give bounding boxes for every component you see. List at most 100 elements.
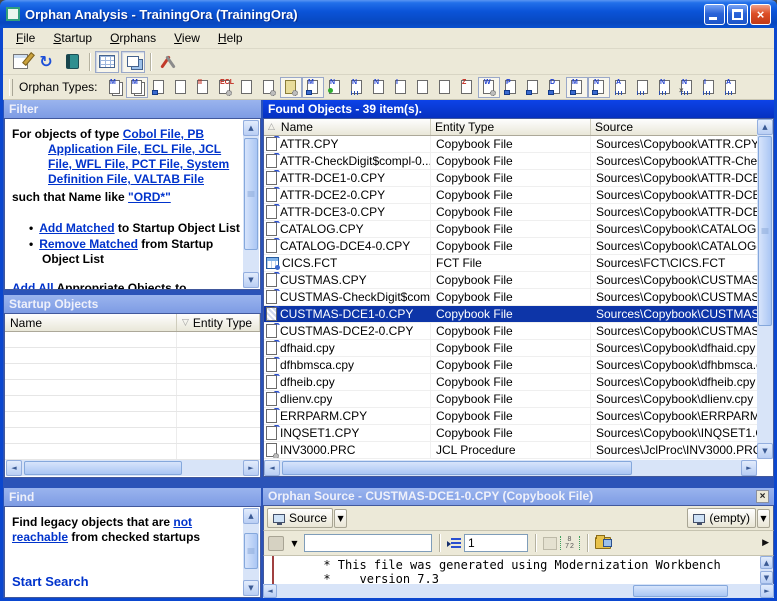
orphan-type-button[interactable]: D [544, 77, 566, 98]
scroll-right-icon[interactable]: ► [760, 584, 774, 598]
scroll-right-icon[interactable]: ► [243, 460, 259, 476]
orphan-type-button[interactable]: P [500, 77, 522, 98]
table-row[interactable]: CUSTMAS-DCE2-0.CPYCopybook FileSources\C… [264, 323, 757, 340]
table-row[interactable]: ATTR-DCE3-0.CPYCopybook FileSources\Copy… [264, 204, 757, 221]
find-scrollbar[interactable]: ▲ ▼ [243, 508, 259, 596]
orphan-type-button[interactable]: I [698, 77, 720, 98]
orphan-type-button[interactable]: N× [676, 77, 698, 98]
compare-view-dropdown[interactable]: ▼ [757, 509, 770, 528]
table-row[interactable]: ATTR-DCE1-0.CPYCopybook FileSources\Copy… [264, 170, 757, 187]
maximize-button[interactable] [727, 4, 748, 25]
orphan-type-button[interactable] [280, 77, 302, 98]
table-row[interactable]: dfhaid.cpyCopybook FileSources\Copybook\… [264, 340, 757, 357]
orphan-type-button[interactable]: W [478, 77, 500, 98]
hyperlink[interactable]: Add All [12, 281, 54, 289]
table-row[interactable]: CUSTMAS-DCE1-0.CPYCopybook FileSources\C… [264, 306, 757, 323]
orphan-type-button[interactable] [148, 77, 170, 98]
orphan-type-button[interactable] [170, 77, 192, 98]
column-header-name[interactable]: Name [5, 314, 177, 331]
scroll-down-icon[interactable]: ▼ [757, 443, 773, 459]
ruler-icon[interactable]: 8 72 [560, 536, 580, 550]
startup-horizontal-scrollbar[interactable]: ◄ ► [6, 460, 259, 476]
orphan-type-button[interactable]: I [390, 77, 412, 98]
context-icon[interactable] [268, 536, 284, 551]
minimize-button[interactable] [704, 4, 725, 25]
scroll-thumb[interactable] [244, 533, 258, 569]
table-row[interactable]: CICS.FCTFCT FileSources\FCT\CICS.FCT [264, 255, 757, 272]
orphan-type-button[interactable]: N [368, 77, 390, 98]
scroll-left-icon[interactable]: ◄ [264, 460, 280, 476]
scroll-up-icon[interactable]: ▲ [760, 556, 773, 569]
scroll-left-icon[interactable]: ◄ [6, 460, 22, 476]
orphan-type-button[interactable]: N [654, 77, 676, 98]
orphan-type-button[interactable] [236, 77, 258, 98]
menu-help[interactable]: Help [209, 29, 252, 47]
orphan-type-button[interactable]: M [104, 77, 126, 98]
scroll-thumb[interactable] [633, 585, 728, 597]
scroll-up-icon[interactable]: ▲ [757, 119, 773, 135]
orphan-type-button[interactable] [632, 77, 654, 98]
found-vertical-scrollbar[interactable]: ▲ ▼ [757, 119, 773, 459]
toolbar-grip[interactable] [9, 79, 13, 96]
table-view-button[interactable] [95, 51, 119, 73]
menu-orphans[interactable]: Orphans [101, 29, 165, 47]
toolbar-overflow-icon[interactable]: ▶ [762, 538, 769, 548]
table-row[interactable]: INV3000.PRCJCL ProcedureSources\JclProc\… [264, 442, 757, 459]
source-view-dropdown[interactable]: ▼ [334, 509, 347, 528]
menu-file[interactable]: File [7, 29, 44, 47]
filter-scrollbar[interactable]: ▲ ▼ [243, 120, 259, 288]
table-row[interactable]: ERRPARM.CPYCopybook FileSources\Copybook… [264, 408, 757, 425]
hyperlink[interactable]: "ORD*" [128, 190, 171, 204]
line-number-input[interactable] [464, 534, 528, 552]
orphan-type-button[interactable] [434, 77, 456, 98]
scroll-down-icon[interactable]: ▼ [760, 571, 773, 584]
table-row[interactable]: dfhbmsca.cpyCopybook FileSources\Copyboo… [264, 357, 757, 374]
open-folder-icon[interactable] [595, 537, 611, 549]
found-horizontal-scrollbar[interactable]: ◄ ► [264, 460, 757, 476]
scroll-left-icon[interactable]: ◄ [263, 584, 277, 598]
source-view-button[interactable]: Source [267, 508, 333, 528]
scroll-thumb[interactable] [282, 461, 632, 475]
column-header-entity-type[interactable]: ▽Entity Type [177, 314, 260, 331]
column-header-source[interactable]: Source [591, 119, 757, 135]
orphan-type-button[interactable]: N [588, 77, 610, 98]
orphan-type-button[interactable]: ECL [214, 77, 236, 98]
orphan-type-button[interactable]: M [302, 77, 324, 98]
orphan-type-button[interactable]: II [192, 77, 214, 98]
table-row[interactable]: CATALOG.CPYCopybook FileSources\Copybook… [264, 221, 757, 238]
properties-button[interactable] [8, 51, 32, 73]
table-row[interactable]: INQSET1.CPYCopybook FileSources\Copybook… [264, 425, 757, 442]
compare-view-button[interactable]: (empty) ▼ [687, 508, 770, 528]
start-search-link[interactable]: Start Search [12, 574, 89, 589]
table-row[interactable]: ATTR-CheckDigit$compl-0....Copybook File… [264, 153, 757, 170]
scroll-up-icon[interactable]: ▲ [243, 120, 259, 136]
scroll-thumb[interactable] [24, 461, 182, 475]
scroll-thumb[interactable] [244, 138, 258, 250]
orphan-type-button[interactable]: N [324, 77, 346, 98]
code-vertical-scrollbar[interactable]: ▲ ▼ [760, 556, 773, 584]
tools-button[interactable] [156, 51, 180, 73]
table-row[interactable]: CATALOG-DCE4-0.CPYCopybook FileSources\C… [264, 238, 757, 255]
scroll-down-icon[interactable]: ▼ [243, 272, 259, 288]
table-row[interactable]: ATTR.CPYCopybook FileSources\Copybook\AT… [264, 136, 757, 153]
source-code-view[interactable]: * This file was generated using Moderniz… [263, 556, 774, 584]
orphan-type-button[interactable]: M [566, 77, 588, 98]
orphan-type-button[interactable] [258, 77, 280, 98]
menu-view[interactable]: View [165, 29, 209, 47]
outline-icon[interactable] [543, 537, 557, 550]
table-row[interactable]: dlienv.cpyCopybook FileSources\Copybook\… [264, 391, 757, 408]
table-row[interactable]: ATTR-DCE2-0.CPYCopybook FileSources\Copy… [264, 187, 757, 204]
orphan-type-button[interactable] [522, 77, 544, 98]
table-row[interactable]: CUSTMAS-CheckDigit$com...Copybook FileSo… [264, 289, 757, 306]
scroll-right-icon[interactable]: ► [741, 460, 757, 476]
orphan-type-button[interactable]: N [346, 77, 368, 98]
table-row[interactable]: dfheib.cpyCopybook FileSources\Copybook\… [264, 374, 757, 391]
table-row[interactable]: CUSTMAS.CPYCopybook FileSources\Copybook… [264, 272, 757, 289]
hyperlink[interactable]: Add Matched [39, 221, 114, 235]
notebook-button[interactable] [60, 51, 84, 73]
orphan-type-button[interactable]: M [126, 77, 148, 98]
form-view-button[interactable] [121, 51, 145, 73]
hyperlink[interactable]: Remove Matched [39, 237, 138, 251]
menu-startup[interactable]: Startup [44, 29, 101, 47]
context-dropdown[interactable]: ▼ [288, 534, 301, 553]
